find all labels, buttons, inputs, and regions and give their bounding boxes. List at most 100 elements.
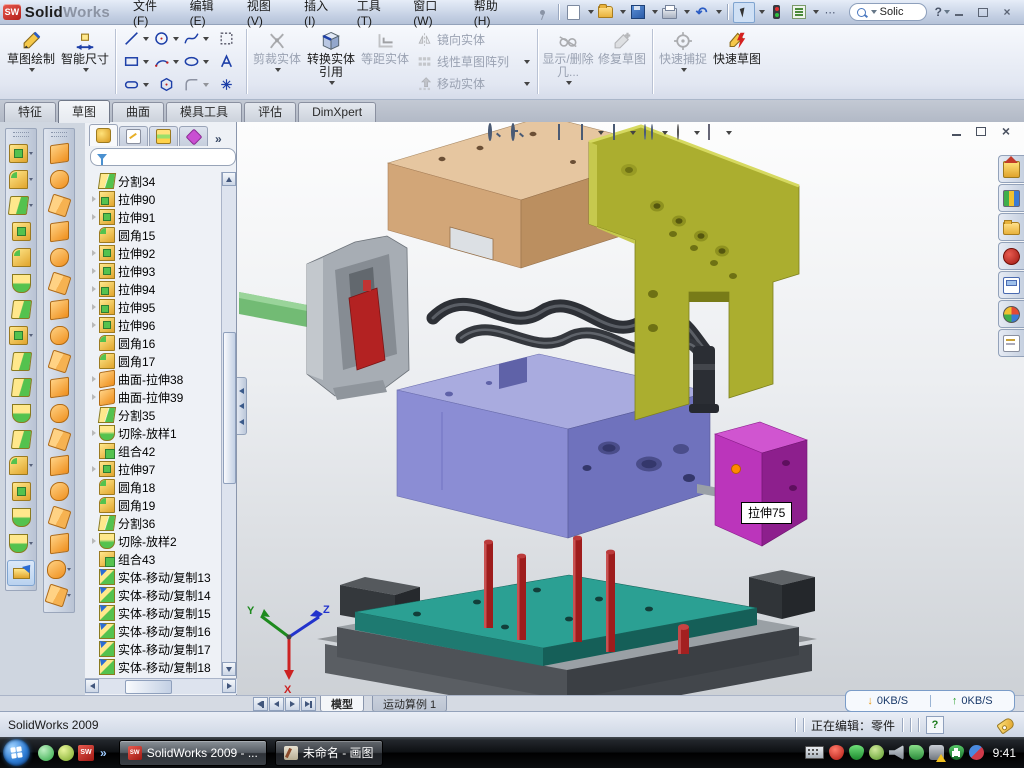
dropdown-icon[interactable] xyxy=(143,60,149,64)
tree-item[interactable]: 切除-放样1 xyxy=(85,424,222,442)
volume-tray-icon[interactable] xyxy=(889,745,904,760)
tool-reference-plane[interactable] xyxy=(6,478,36,504)
restore-icon[interactable] xyxy=(974,5,992,19)
tab-DimXpert[interactable]: DimXpert xyxy=(298,102,376,122)
tool-combine-bodies[interactable] xyxy=(6,348,36,374)
network-tray-icon[interactable] xyxy=(929,745,944,760)
tool-offset-surface[interactable] xyxy=(44,270,74,296)
graphics-viewport[interactable]: Y Z X × 拉伸75 xyxy=(237,122,1024,695)
dropdown-icon[interactable] xyxy=(662,131,668,135)
traffic-tray-icon[interactable] xyxy=(969,745,984,760)
tool-thickened-cut[interactable] xyxy=(44,400,74,426)
zoom-area-button[interactable] xyxy=(508,123,528,143)
dropdown-icon[interactable] xyxy=(29,334,33,337)
tool-reference-point-surface[interactable] xyxy=(44,556,74,582)
dropdown-icon[interactable] xyxy=(329,81,335,85)
tool-trim-surface[interactable] xyxy=(44,452,74,478)
button-mirror-entities[interactable]: 镜向实体 xyxy=(414,30,532,49)
dropdown-icon[interactable] xyxy=(173,37,179,41)
dropdown-icon[interactable] xyxy=(759,10,765,14)
configurationmanager-tab-icon[interactable] xyxy=(149,126,178,146)
antivirus-tray-icon[interactable] xyxy=(829,745,844,760)
dropdown-icon[interactable] xyxy=(203,83,209,87)
start-button[interactable] xyxy=(3,739,30,766)
dropdown-icon[interactable] xyxy=(29,68,35,72)
tree-horizontal-scrollbar[interactable] xyxy=(85,678,237,694)
tree-item[interactable]: 实体-移动/复制15 xyxy=(85,604,222,622)
home-tab-button[interactable] xyxy=(998,155,1024,183)
tree-item[interactable]: 实体-移动/复制14 xyxy=(85,586,222,604)
button-repair-sketch[interactable]: 修复草图 xyxy=(596,27,648,96)
traffic-light-icon[interactable] xyxy=(767,3,787,22)
button-rectangle[interactable] xyxy=(121,50,151,73)
custom-properties-tab-button[interactable] xyxy=(998,329,1024,357)
tree-item[interactable]: 分割34 xyxy=(85,172,222,190)
dimxpertmanager-tab-icon[interactable] xyxy=(179,126,208,146)
solidworks-quick-icon[interactable]: SW xyxy=(78,745,94,761)
hscroll-thumb[interactable] xyxy=(125,680,172,694)
tree-item[interactable]: 圆角18 xyxy=(85,478,222,496)
defender-tray-icon[interactable] xyxy=(949,745,964,760)
quick-launch-overflow[interactable]: » xyxy=(100,746,107,760)
dropdown-icon[interactable] xyxy=(598,131,604,135)
help-button[interactable]: ? xyxy=(935,5,942,19)
display-style-button[interactable] xyxy=(609,123,638,143)
tab-曲面[interactable]: 曲面 xyxy=(112,102,164,122)
part-side-block[interactable] xyxy=(715,422,807,546)
menu-help[interactable]: 帮助(H) xyxy=(465,0,523,31)
doc-tab-motion-study[interactable]: 运动算例 1 xyxy=(372,696,447,712)
hide-show-items-button[interactable] xyxy=(641,123,670,143)
tool-swept-boss[interactable] xyxy=(6,218,36,244)
more-tools-icon[interactable]: ⋯ xyxy=(821,3,841,22)
button-offset-entities[interactable]: 等距实体 xyxy=(359,27,411,96)
appearances-tab-button[interactable] xyxy=(998,300,1024,328)
section-view-button[interactable] xyxy=(554,123,574,143)
scroll-up-button[interactable] xyxy=(222,172,236,186)
tree-vertical-scrollbar[interactable] xyxy=(221,172,236,676)
tree-item[interactable]: 实体-移动/复制18 xyxy=(85,658,222,676)
menu-edit[interactable]: 编辑(E) xyxy=(181,0,238,31)
select-arrow-icon[interactable] xyxy=(733,2,755,23)
dropdown-icon[interactable] xyxy=(29,464,33,467)
print-icon[interactable] xyxy=(660,3,680,22)
model-3d-view[interactable]: Y Z X xyxy=(237,122,1024,695)
dropdown-icon[interactable] xyxy=(716,10,722,14)
tool-knit-surface[interactable] xyxy=(44,426,74,452)
menu-tools[interactable]: 工具(T) xyxy=(348,0,405,31)
button-arc[interactable] xyxy=(151,50,181,73)
tool-extruded-surface[interactable] xyxy=(44,192,74,218)
tree-item[interactable]: 曲面-拉伸39 xyxy=(85,388,222,406)
dropdown-icon[interactable] xyxy=(143,37,149,41)
button-trim-entities[interactable]: 剪裁实体 xyxy=(251,27,303,96)
button-smart-dimension[interactable]: 智能尺寸 xyxy=(59,27,111,96)
button-point[interactable] xyxy=(211,73,241,96)
tool-thicken[interactable] xyxy=(44,374,74,400)
menu-insert[interactable]: 插入(I) xyxy=(295,0,348,31)
tool-join-bodies[interactable] xyxy=(6,400,36,426)
search-box[interactable]: Solic xyxy=(849,3,927,21)
tree-item[interactable]: 分割36 xyxy=(85,514,222,532)
panel-tabs-overflow[interactable]: » xyxy=(215,132,222,146)
doc-minimize-icon[interactable] xyxy=(948,124,964,138)
tree-item[interactable]: 圆角15 xyxy=(85,226,222,244)
button-polygon[interactable] xyxy=(151,73,181,96)
menu-file[interactable]: 文件(F) xyxy=(124,0,181,31)
tool-fillet-feature[interactable] xyxy=(6,192,36,218)
quick-tips-button[interactable]: ? xyxy=(926,716,944,734)
messenger-tray-icon[interactable] xyxy=(909,745,924,760)
button-display-delete-relations[interactable]: 显示/删除几... xyxy=(542,27,594,96)
apply-scene-button[interactable] xyxy=(705,123,734,143)
dropdown-icon[interactable] xyxy=(143,83,149,87)
button-sketch-fillet[interactable] xyxy=(181,73,211,96)
scroll-left-button[interactable] xyxy=(85,679,99,693)
tool-reference-point[interactable] xyxy=(6,452,36,478)
dropdown-icon[interactable] xyxy=(29,542,33,545)
save-icon[interactable] xyxy=(628,3,648,22)
dropdown-icon[interactable] xyxy=(83,68,89,72)
part-cavity-block[interactable] xyxy=(397,354,744,538)
tab-评估[interactable]: 评估 xyxy=(244,102,296,122)
button-rapid-sketch[interactable]: 快速草图 xyxy=(711,27,763,96)
expand-arrow-icon[interactable] xyxy=(89,466,98,472)
dropdown-icon[interactable] xyxy=(630,131,636,135)
dropdown-icon[interactable] xyxy=(588,10,594,14)
